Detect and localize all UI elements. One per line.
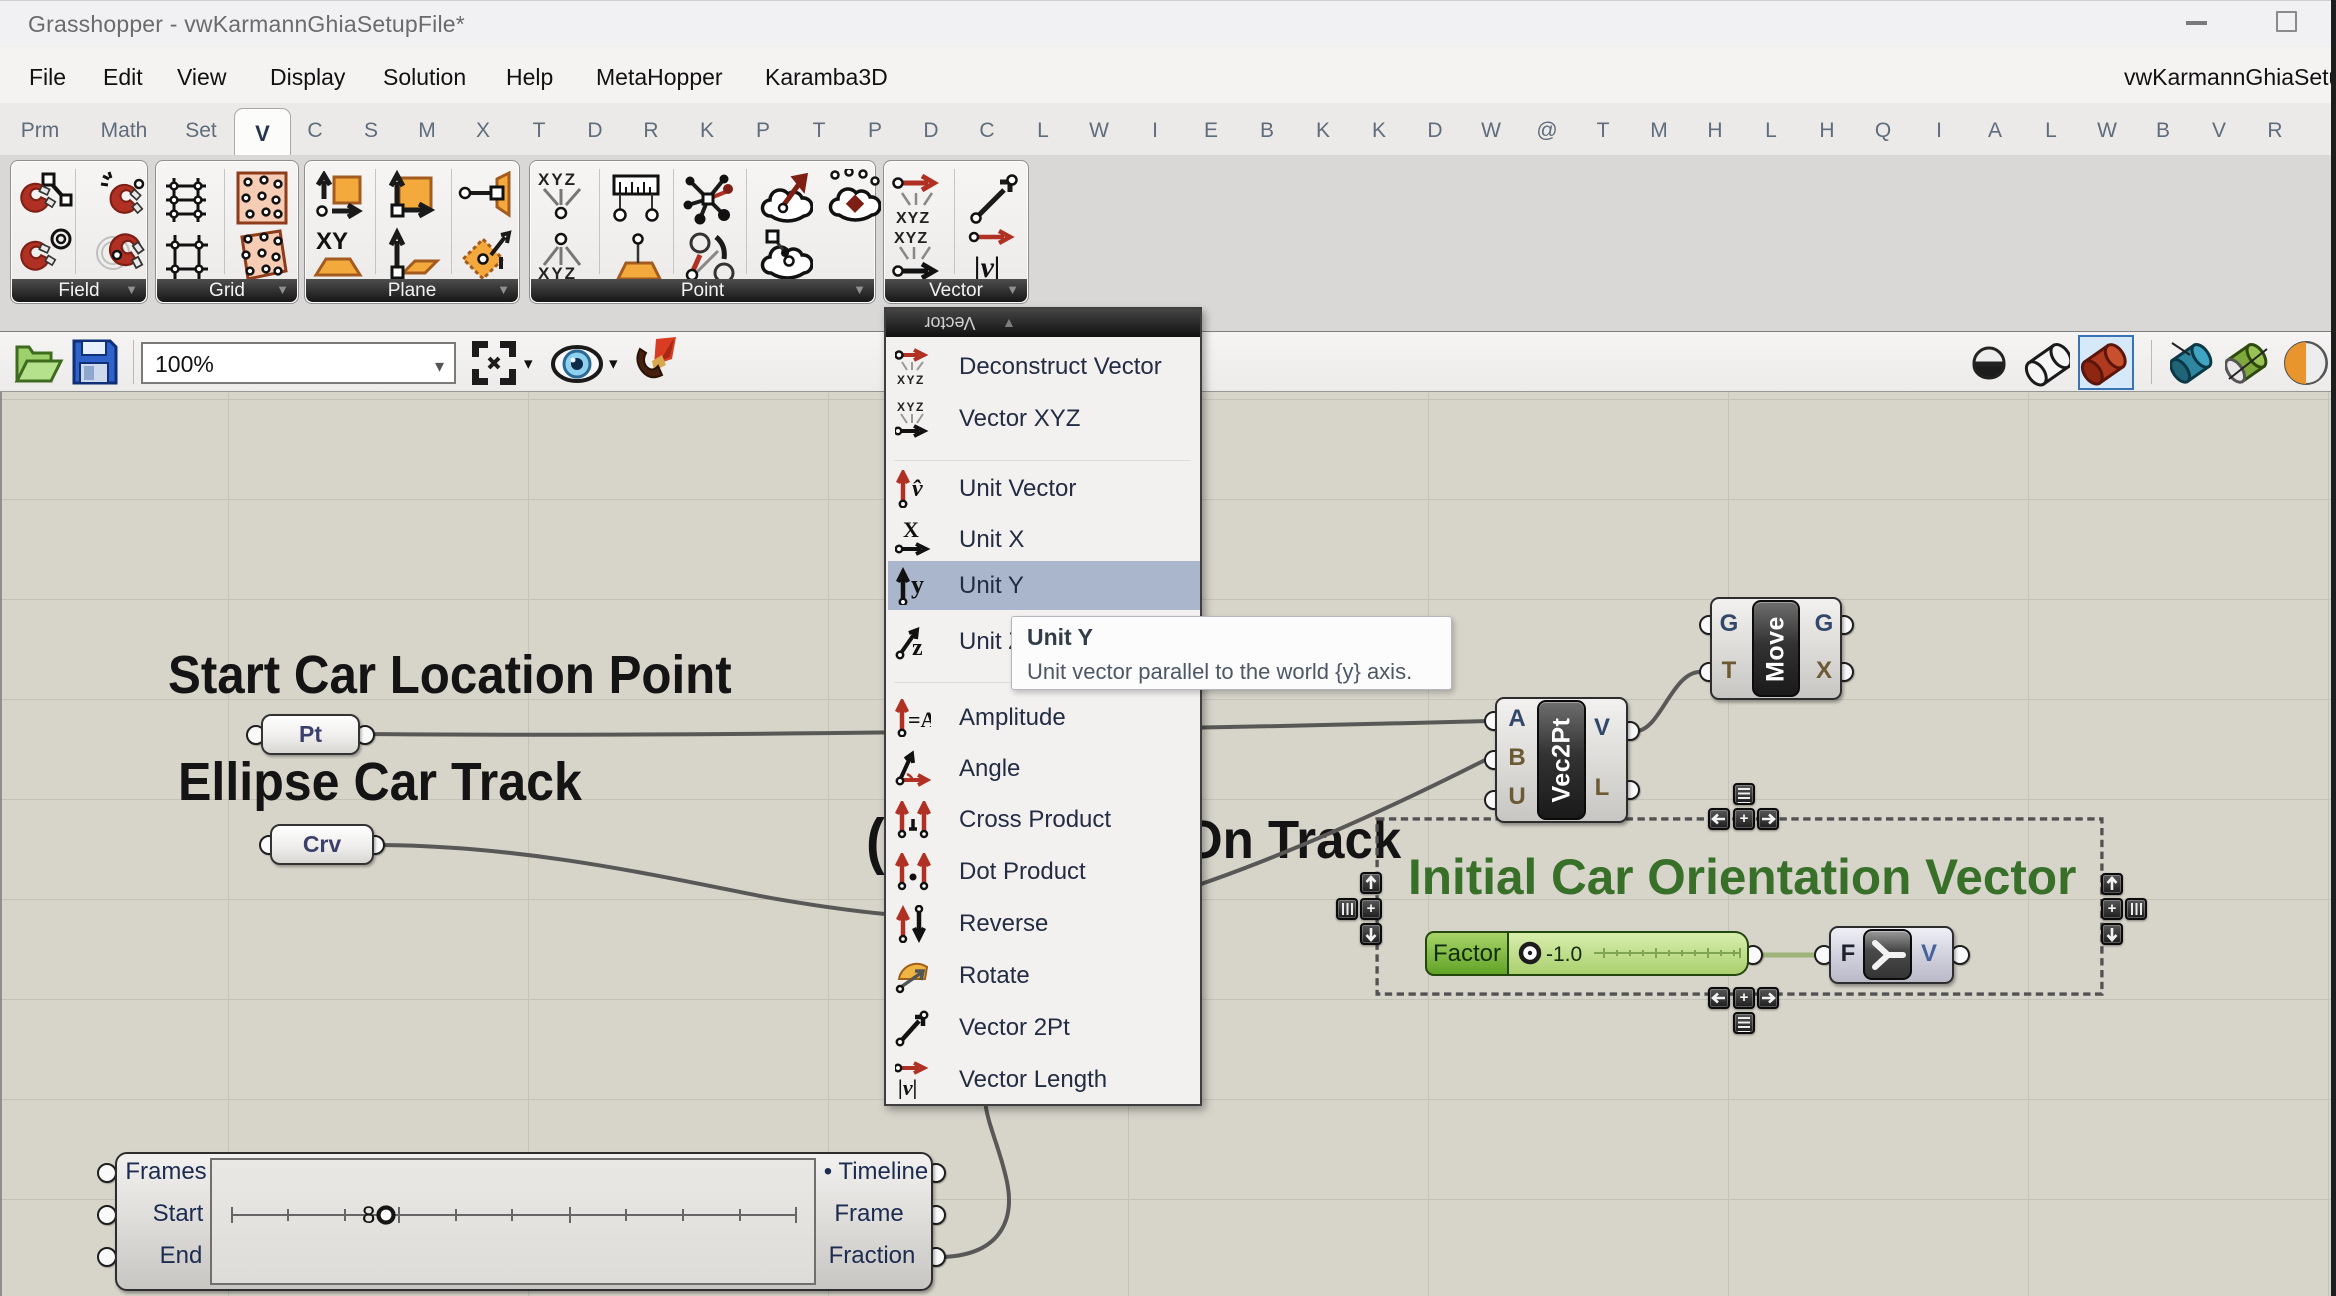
svg-text:XYZ: XYZ — [897, 373, 925, 386]
svg-text:XYZ: XYZ — [538, 171, 577, 189]
svg-text:-1.0: -1.0 — [1546, 943, 1582, 966]
svg-text:v̂: v̂ — [912, 476, 923, 502]
svg-text:XYZ: XYZ — [896, 210, 930, 227]
svg-text:|v|: |v| — [898, 1075, 917, 1099]
svg-text:8: 8 — [362, 1202, 375, 1229]
svg-text:=A: =A — [908, 707, 931, 732]
svg-text:y: y — [911, 570, 924, 599]
svg-text:X: X — [903, 521, 919, 542]
svg-text:XYZ: XYZ — [897, 400, 925, 414]
svg-text:z: z — [912, 635, 923, 661]
svg-text:XY: XY — [316, 228, 348, 255]
svg-text:XYZ: XYZ — [894, 230, 928, 247]
